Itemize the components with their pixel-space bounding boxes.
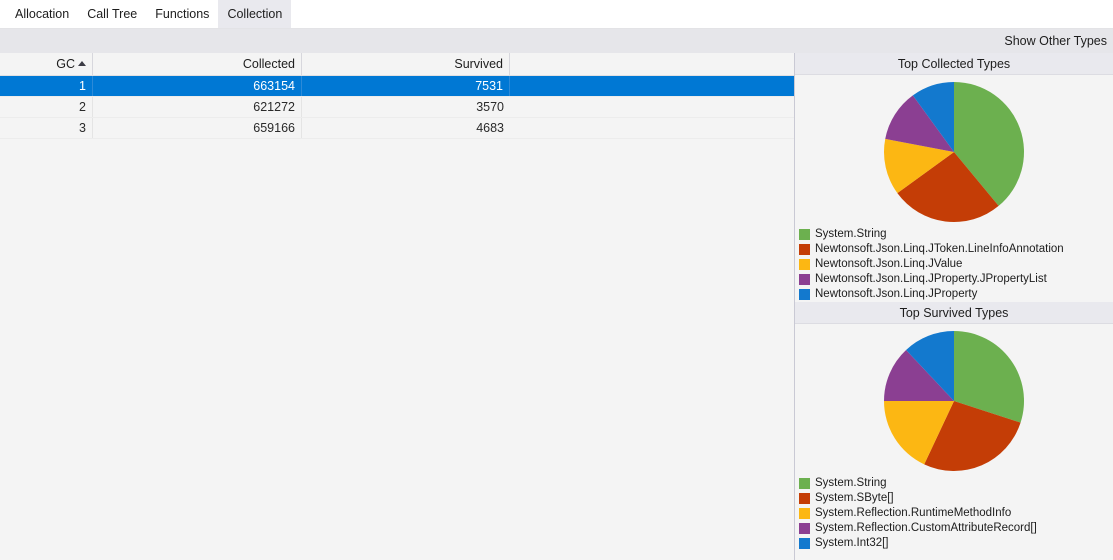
legend-label: Newtonsoft.Json.Linq.JProperty.JProperty… (815, 273, 1047, 285)
column-header-filler (510, 53, 794, 75)
top-collected-types-panel: Top Collected Types System.String Newton… (795, 53, 1113, 302)
legend-swatch-icon (799, 274, 810, 285)
table-row[interactable]: 1 663154 7531 (0, 76, 794, 97)
table-row[interactable]: 2 621272 3570 (0, 97, 794, 118)
cell-survived: 4683 (476, 121, 504, 135)
panel-body: System.String Newtonsoft.Json.Linq.JToke… (795, 75, 1113, 302)
column-header-gc[interactable]: GC (0, 53, 93, 75)
legend-swatch-icon (799, 289, 810, 300)
cell-collected: 621272 (93, 97, 302, 117)
legend-swatch-icon (799, 244, 810, 255)
column-header-label: Collected (242, 57, 295, 71)
legend-label: System.Reflection.RuntimeMethodInfo (815, 507, 1012, 519)
list-item[interactable]: System.String (799, 227, 1113, 242)
tab-label: Collection (227, 7, 283, 21)
tab-collection[interactable]: Collection (218, 0, 292, 28)
sort-ascending-icon (78, 61, 86, 66)
command-strip: Show Other Types (0, 29, 1113, 53)
tab-call-tree[interactable]: Call Tree (78, 0, 146, 28)
legend-swatch-icon (799, 478, 810, 489)
list-item[interactable]: System.String (799, 476, 1113, 491)
content-area: GC Collected Survived 1 663154 7531 2 62… (0, 53, 1113, 560)
legend-label: Newtonsoft.Json.Linq.JProperty (815, 288, 978, 300)
legend-collected: System.String Newtonsoft.Json.Linq.JToke… (795, 223, 1113, 302)
cell-survived: 7531 (302, 76, 510, 96)
list-item[interactable]: Newtonsoft.Json.Linq.JValue (799, 257, 1113, 272)
pie-chart-collected-wrap (795, 75, 1113, 223)
cell-gc: 1 (0, 76, 93, 96)
legend-label: Newtonsoft.Json.Linq.JToken.LineInfoAnno… (815, 243, 1064, 255)
legend-label: System.Int32[] (815, 537, 889, 549)
legend-label: System.Reflection.CustomAttributeRecord[… (815, 522, 1037, 534)
legend-label: System.String (815, 477, 887, 489)
charts-pane: Top Collected Types System.String Newton… (794, 53, 1113, 560)
collection-grid: GC Collected Survived 1 663154 7531 2 62… (0, 53, 794, 560)
tab-label: Allocation (15, 7, 70, 21)
legend-label: System.SByte[] (815, 492, 894, 504)
column-header-label: GC (56, 57, 75, 71)
table-row[interactable]: 3 659166 4683 (0, 118, 794, 139)
column-header-label: Survived (454, 57, 503, 71)
list-item[interactable]: System.Reflection.RuntimeMethodInfo (799, 506, 1113, 521)
list-item[interactable]: Newtonsoft.Json.Linq.JToken.LineInfoAnno… (799, 242, 1113, 257)
panel-title: Top Collected Types (795, 53, 1113, 75)
legend-swatch-icon (799, 508, 810, 519)
tab-functions[interactable]: Functions (146, 0, 218, 28)
list-item[interactable]: System.Int32[] (799, 536, 1113, 551)
panel-title: Top Survived Types (795, 302, 1113, 324)
tab-label: Call Tree (87, 7, 138, 21)
legend-swatch-icon (799, 523, 810, 534)
cell-gc: 3 (0, 118, 93, 138)
list-item[interactable]: Newtonsoft.Json.Linq.JProperty (799, 287, 1113, 302)
pie-chart-survived-wrap (795, 324, 1113, 472)
legend-survived: System.String System.SByte[] System.Refl… (795, 472, 1113, 551)
tab-label: Functions (155, 7, 210, 21)
legend-label: System.String (815, 228, 887, 240)
legend-label: Newtonsoft.Json.Linq.JValue (815, 258, 963, 270)
cell-collected: 659166 (93, 118, 302, 138)
list-item[interactable]: System.Reflection.CustomAttributeRecord[… (799, 521, 1113, 536)
show-other-types-button[interactable]: Show Other Types (1004, 34, 1107, 48)
legend-swatch-icon (799, 259, 810, 270)
cell-survived: 3570 (476, 100, 504, 114)
panel-body: System.String System.SByte[] System.Refl… (795, 324, 1113, 551)
column-header-survived[interactable]: Survived (302, 53, 510, 75)
list-item[interactable]: System.SByte[] (799, 491, 1113, 506)
column-header-collected[interactable]: Collected (93, 53, 302, 75)
cell-collected: 663154 (93, 76, 302, 96)
tab-bar: Allocation Call Tree Functions Collectio… (0, 0, 1113, 29)
legend-swatch-icon (799, 493, 810, 504)
cell-gc: 2 (0, 97, 93, 117)
legend-swatch-icon (799, 229, 810, 240)
pie-chart-collected[interactable] (883, 81, 1025, 223)
legend-swatch-icon (799, 538, 810, 549)
pie-chart-survived[interactable] (883, 330, 1025, 472)
tab-allocation[interactable]: Allocation (6, 0, 78, 28)
grid-header-row: GC Collected Survived (0, 53, 794, 76)
top-survived-types-panel: Top Survived Types System.String System.… (795, 302, 1113, 551)
list-item[interactable]: Newtonsoft.Json.Linq.JProperty.JProperty… (799, 272, 1113, 287)
